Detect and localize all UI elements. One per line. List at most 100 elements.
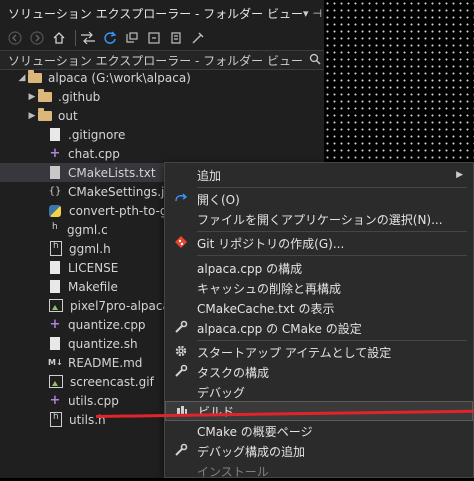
tree-item-label: .github	[58, 89, 101, 104]
tree-root-label: alpaca (G:\work\alpaca)	[48, 70, 191, 85]
back-icon[interactable]	[6, 29, 24, 47]
tree-item-out[interactable]: ▶ out	[0, 106, 324, 125]
menu-item-create-git-repo[interactable]: Git リポジトリの作成(G)...	[165, 233, 473, 253]
tree-item-label: LICENSE	[68, 260, 119, 275]
sync-icon[interactable]	[101, 29, 119, 47]
folder-icon	[38, 107, 52, 121]
menu-separator	[197, 187, 467, 188]
search-box[interactable]: ソリューション エクスプローラー - フォルダー ビュー の検索 (Ctrl+;…	[0, 50, 324, 70]
chevron-right-icon[interactable]: ▶	[26, 92, 38, 102]
tree-item-github[interactable]: ▶ .github	[0, 87, 324, 106]
gear-icon	[165, 344, 197, 361]
menu-item-configure[interactable]: alpaca.cpp の構成	[165, 258, 473, 278]
menu-item-label: 開く(O)	[197, 192, 240, 207]
menu-item-delete-cache[interactable]: キャッシュの削除と再構成	[165, 278, 473, 298]
pin-icon[interactable]: ⊣	[313, 7, 323, 20]
submenu-arrow-icon: ▶	[456, 170, 463, 180]
header-file-icon	[50, 412, 62, 427]
dropdown-icon[interactable]: ▾	[303, 7, 309, 20]
menu-item-label: Git リポジトリの作成(G)...	[197, 236, 345, 251]
image-file-icon	[49, 299, 63, 312]
wrench-icon	[165, 364, 197, 381]
tree-item-label: README.md	[68, 355, 143, 370]
tree-root[interactable]: ◢ alpaca (G:\work\alpaca)	[0, 68, 324, 87]
menu-item-open-with[interactable]: ファイルを開くアプリケーションの選択(N)...	[165, 209, 473, 229]
image-file-icon	[49, 375, 63, 388]
menu-item-label: CMakeCache.txt の表示	[197, 301, 335, 316]
cpp-file-icon: +	[49, 146, 61, 161]
tree-item-gitignore[interactable]: .gitignore	[0, 125, 324, 144]
file-icon	[50, 261, 60, 274]
forward-icon[interactable]	[28, 29, 46, 47]
tree-item-chat-cpp[interactable]: + chat.cpp	[0, 144, 324, 163]
cpp-file-icon: +	[49, 393, 61, 408]
tree-item-label: ggml.c	[67, 222, 108, 237]
menu-item-cmake-overview[interactable]: CMake の概要ページ	[165, 421, 473, 441]
menu-separator	[197, 231, 467, 232]
show-all-icon[interactable]	[167, 29, 185, 47]
menu-item-cmake-settings[interactable]: alpaca.cpp の CMake の設定	[165, 318, 473, 338]
file-icon	[50, 166, 60, 179]
search-input[interactable]: ソリューション エクスプローラー - フォルダー ビュー の検索 (Ctrl+;…	[8, 52, 306, 69]
menu-item-debug[interactable]: デバッグ	[165, 382, 473, 402]
menu-separator	[197, 255, 467, 256]
folder-icon	[38, 88, 52, 102]
menu-item-label: alpaca.cpp の CMake の設定	[197, 321, 362, 336]
wrench-icon	[165, 320, 197, 337]
menu-item-label: デバッグ構成の追加	[197, 444, 306, 459]
switch-view-icon[interactable]	[79, 29, 97, 47]
tree-item-label: ggml.h	[69, 241, 111, 256]
markdown-file-icon: M↓	[48, 358, 63, 367]
chevron-right-icon[interactable]: ▶	[26, 111, 38, 121]
menu-item-label: ビルド	[198, 404, 235, 419]
menu-item-add-debug-config[interactable]: デバッグ構成の追加	[165, 441, 473, 461]
menu-item-install: インストール	[165, 461, 473, 481]
menu-item-configure-tasks[interactable]: タスクの構成	[165, 362, 473, 382]
git-icon	[165, 235, 197, 252]
menu-item-label: スタートアップ アイテムとして設定	[197, 345, 392, 360]
menu-separator	[197, 340, 467, 341]
panel-toolbar	[0, 26, 324, 50]
menu-item-open[interactable]: 開く(O)	[165, 189, 473, 209]
tree-item-label: out	[58, 108, 78, 123]
context-menu: 追加 ▶ 開く(O) ファイルを開くアプリケーションの選択(N)... Git …	[164, 162, 474, 481]
open-icon	[165, 192, 197, 207]
tree-item-label: quantize.sh	[68, 336, 138, 351]
wrench-icon	[165, 443, 197, 460]
search-icon[interactable]	[306, 53, 324, 68]
menu-item-label: ファイルを開くアプリケーションの選択(N)...	[197, 212, 443, 227]
folder-open-icon	[28, 69, 42, 83]
menu-item-view-cmakecache[interactable]: CMakeCache.txt の表示	[165, 298, 473, 318]
python-file-icon	[49, 204, 61, 217]
tree-item-label: utils.cpp	[68, 393, 119, 408]
file-icon	[50, 337, 60, 350]
menu-item-label: CMake の概要ページ	[197, 424, 313, 439]
menu-item-label: キャッシュの削除と再構成	[197, 281, 342, 296]
refresh-icon[interactable]	[123, 29, 141, 47]
menu-item-label: alpaca.cpp の構成	[197, 261, 303, 276]
tree-item-label: quantize.cpp	[68, 317, 146, 332]
c-file-icon	[50, 222, 60, 236]
header-file-icon	[50, 241, 62, 256]
tree-item-label: Makefile	[68, 279, 118, 294]
menu-item-add[interactable]: 追加 ▶	[165, 165, 473, 185]
menu-item-label: インストール	[197, 464, 269, 479]
cpp-file-icon: +	[49, 317, 61, 332]
home-icon[interactable]	[50, 29, 68, 47]
background-pattern	[324, 0, 474, 165]
tree-item-label: screencast.gif	[70, 374, 154, 389]
menu-item-set-startup[interactable]: スタートアップ アイテムとして設定	[165, 342, 473, 362]
menu-item-label: タスクの構成	[197, 365, 270, 380]
tree-item-label: chat.cpp	[68, 146, 120, 161]
chevron-down-icon[interactable]: ◢	[16, 73, 28, 83]
collapse-icon[interactable]	[145, 29, 163, 47]
panel-title: ソリューション エクスプローラー - フォルダー ビュー	[8, 6, 303, 21]
menu-item-label: デバッグ	[197, 385, 246, 400]
json-file-icon: {}	[48, 186, 62, 197]
properties-icon[interactable]	[189, 29, 207, 47]
menu-item-label: 追加	[197, 168, 222, 183]
panel-titlebar: ソリューション エクスプローラー - フォルダー ビュー ▾ ⊣ ✕	[0, 0, 324, 26]
file-icon	[50, 280, 60, 293]
tree-item-label: .gitignore	[68, 127, 126, 142]
file-icon	[50, 128, 60, 141]
